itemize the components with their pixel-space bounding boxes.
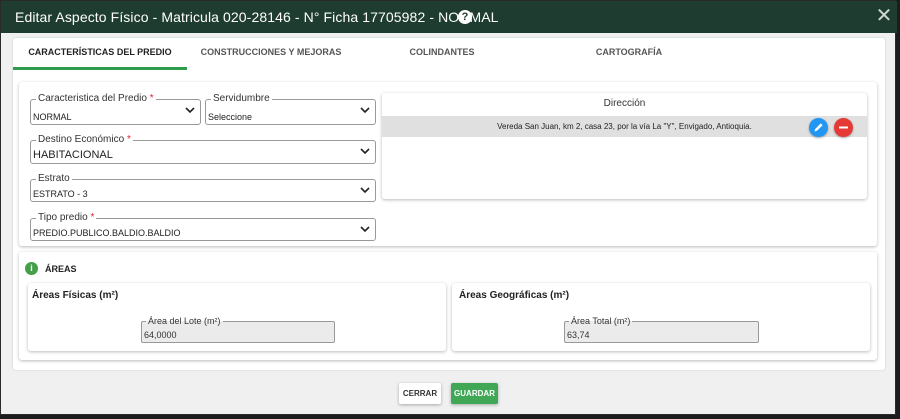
caracteristica-value: NORMAL xyxy=(33,112,72,122)
servidumbre-select[interactable]: Servidumbre Seleccione xyxy=(205,93,376,125)
minus-icon xyxy=(839,126,848,129)
cerrar-button[interactable]: CERRAR xyxy=(399,383,441,404)
tab-cartografia[interactable]: CARTOGRAFÍA xyxy=(529,38,729,70)
direccion-row: Vereda San Juan, km 2, casa 23, por la v… xyxy=(382,116,867,137)
areas-fisicas-card: Áreas Físicas (m²) Área del Lote (m²) 64… xyxy=(28,283,446,351)
destino-value: HABITACIONAL xyxy=(33,149,113,161)
edit-dialog: Editar Aspecto Físico - Matricula 020-28… xyxy=(0,0,897,415)
guardar-button[interactable]: GUARDAR xyxy=(451,383,498,404)
direccion-header: Dirección xyxy=(603,98,646,109)
area-lote-label: Área del Lote (m²) xyxy=(146,315,223,327)
area-total-field[interactable]: Área Total (m²) 63,74 xyxy=(564,315,759,343)
pencil-icon xyxy=(814,123,823,132)
caracteristica-select[interactable]: Caracteristica del Predio * NORMAL xyxy=(30,93,201,125)
chevron-down-icon xyxy=(359,184,371,196)
destino-label: Destino Económico * xyxy=(36,134,133,146)
destino-select[interactable]: Destino Económico * HABITACIONAL xyxy=(30,134,376,164)
tab-caracteristicas[interactable]: CARACTERÍSTICAS DEL PREDIO xyxy=(13,38,187,70)
edit-button[interactable] xyxy=(809,118,828,137)
direccion-table: Dirección Vereda San Juan, km 2, casa 23… xyxy=(382,93,867,199)
dialog-title: Editar Aspecto Físico - Matricula 020-28… xyxy=(15,9,499,25)
content-panel: CARACTERÍSTICAS DEL PREDIO CONSTRUCCIONE… xyxy=(13,38,885,370)
close-icon[interactable]: ✕ xyxy=(875,5,893,27)
tab-colindantes[interactable]: COLINDANTES xyxy=(355,38,529,70)
areas-card: i ÁREAS Áreas Físicas (m²) Área del Lote… xyxy=(19,252,877,360)
tipo-predio-value: PREDIO.PUBLICO.BALDIO.BALDIO xyxy=(33,228,181,238)
servidumbre-label: Servidumbre xyxy=(211,93,272,105)
direccion-text: Vereda San Juan, km 2, casa 23, por la v… xyxy=(497,122,752,131)
estrato-value: ESTRATO - 3 xyxy=(33,189,88,199)
area-lote-value: 64,0000 xyxy=(144,330,177,340)
areas-geograficas-title: Áreas Geográficas (m²) xyxy=(459,290,570,301)
dialog-header: Editar Aspecto Físico - Matricula 020-28… xyxy=(1,1,897,33)
info-icon: i xyxy=(25,262,38,275)
servidumbre-value: Seleccione xyxy=(208,112,253,122)
estrato-label: Estrato xyxy=(36,173,72,185)
tab-construcciones[interactable]: CONSTRUCCIONES Y MEJORAS xyxy=(187,38,355,70)
chevron-down-icon xyxy=(359,223,371,235)
estrato-select[interactable]: Estrato ESTRATO - 3 xyxy=(30,173,376,202)
areas-fisicas-title: Áreas Físicas (m²) xyxy=(32,290,119,301)
areas-geograficas-card: Áreas Geográficas (m²) Área Total (m²) 6… xyxy=(452,283,870,351)
tab-bar: CARACTERÍSTICAS DEL PREDIO CONSTRUCCIONE… xyxy=(13,38,885,70)
chevron-down-icon xyxy=(184,104,196,116)
tipo-predio-select[interactable]: Tipo predio * PREDIO.PUBLICO.BALDIO.BALD… xyxy=(30,212,376,241)
delete-button[interactable] xyxy=(834,118,853,137)
chevron-down-icon xyxy=(359,104,371,116)
area-total-label: Área Total (m²) xyxy=(569,315,633,327)
caracteristica-label: Caracteristica del Predio * xyxy=(36,93,156,105)
area-lote-field[interactable]: Área del Lote (m²) 64,0000 xyxy=(141,315,335,343)
area-total-value: 63,74 xyxy=(567,330,590,340)
areas-title: ÁREAS xyxy=(45,264,77,274)
tipo-predio-label: Tipo predio * xyxy=(36,212,97,224)
help-icon[interactable]: ? xyxy=(458,10,472,24)
characteristics-card: Caracteristica del Predio * NORMAL Servi… xyxy=(19,82,877,246)
chevron-down-icon xyxy=(359,145,371,157)
